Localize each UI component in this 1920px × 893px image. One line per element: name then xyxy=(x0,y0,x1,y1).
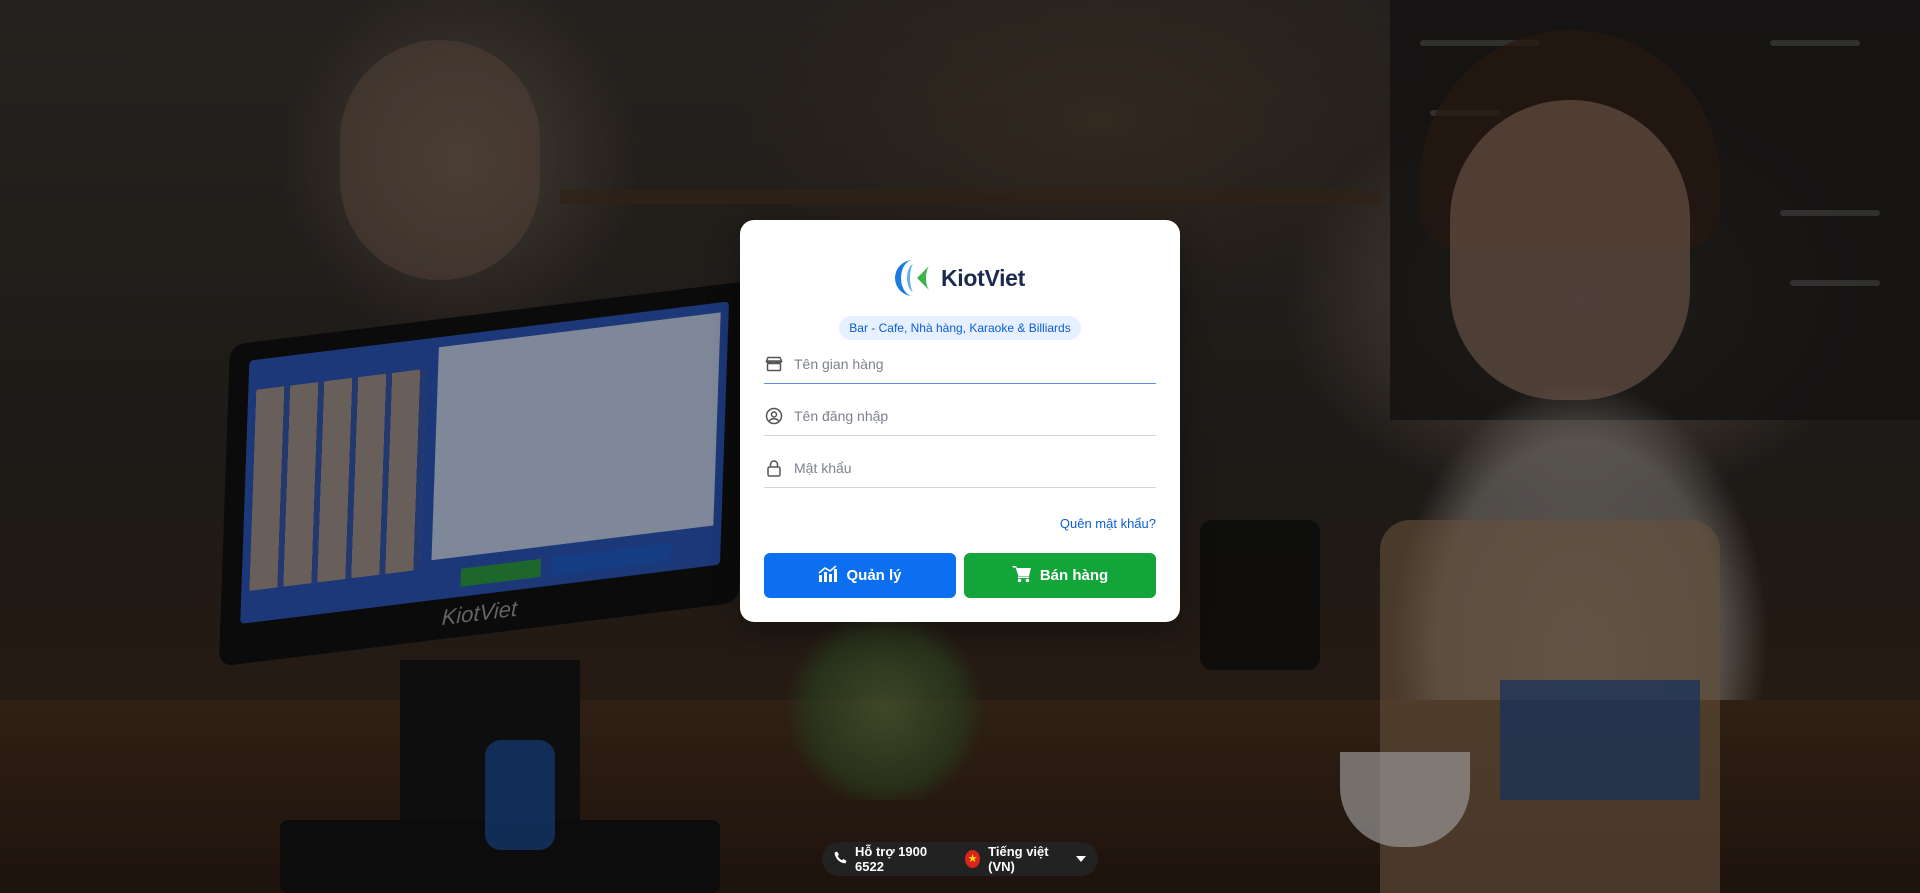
store-name-field[interactable] xyxy=(764,344,1156,384)
brand-name: KiotViet xyxy=(940,264,1026,291)
store-icon xyxy=(764,354,784,374)
password-field[interactable] xyxy=(764,448,1156,488)
cart-icon xyxy=(1012,565,1032,587)
chart-icon xyxy=(818,564,838,587)
user-circle-icon xyxy=(764,406,784,426)
sell-button[interactable]: Bán hàng xyxy=(964,553,1156,598)
kiotviet-logo-icon xyxy=(894,258,931,298)
forgot-password-link[interactable]: Quên mật khẩu? xyxy=(1060,516,1156,531)
brand-logo: KiotViet xyxy=(740,258,1180,298)
phone-icon xyxy=(834,851,847,867)
sell-button-label: Bán hàng xyxy=(1039,567,1109,584)
support-bar: Hỗ trợ 1900 6522 ★ Tiếng việt (VN) xyxy=(822,842,1098,876)
password-input[interactable] xyxy=(794,459,1156,476)
username-input[interactable] xyxy=(794,407,1156,424)
language-selector[interactable]: Tiếng việt (VN) xyxy=(988,844,1064,874)
vn-flag-icon: ★ xyxy=(965,850,981,868)
lock-icon xyxy=(764,458,784,478)
store-name-input[interactable] xyxy=(794,355,1156,372)
caret-down-icon[interactable] xyxy=(1076,856,1086,862)
username-field[interactable] xyxy=(764,396,1156,436)
business-type-badge: Bar - Cafe, Nhà hàng, Karaoke & Billiard… xyxy=(839,316,1081,340)
support-hotline[interactable]: Hỗ trợ 1900 6522 xyxy=(855,844,942,874)
login-card: KiotViet Bar - Cafe, Nhà hàng, Karaoke &… xyxy=(740,220,1180,622)
manage-button-label: Quản lý xyxy=(846,567,902,584)
manage-button[interactable]: Quản lý xyxy=(764,553,956,598)
